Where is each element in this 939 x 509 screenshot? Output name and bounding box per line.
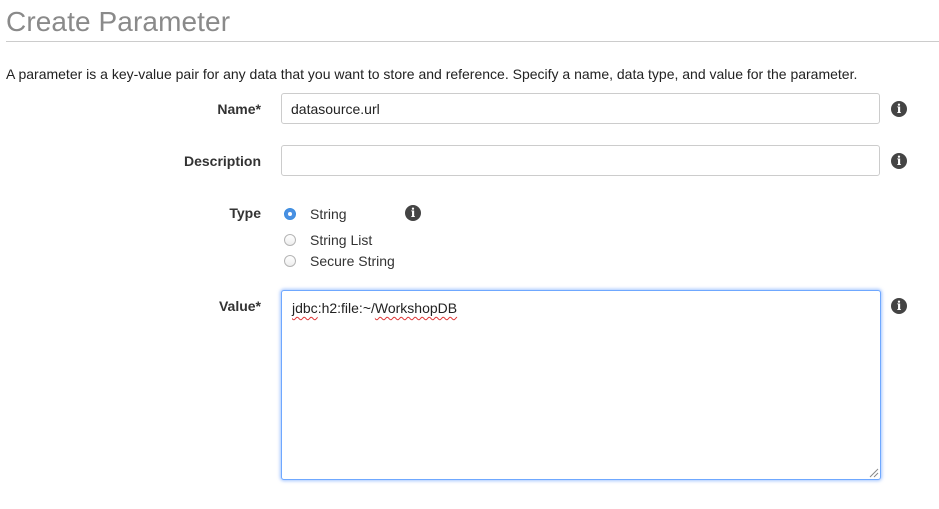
- name-label: Name*: [217, 101, 261, 117]
- value-label: Value*: [218, 298, 261, 314]
- type-option-string[interactable]: String: [284, 205, 347, 223]
- description-info-icon[interactable]: i: [891, 153, 907, 169]
- type-label: Type: [229, 205, 261, 221]
- string-list-radio[interactable]: [284, 234, 296, 246]
- string-radio[interactable]: [284, 208, 296, 220]
- type-option-secure-string[interactable]: Secure String: [284, 252, 395, 270]
- name-input[interactable]: [281, 93, 880, 124]
- type-info-icon[interactable]: i: [405, 205, 421, 221]
- resize-handle-icon[interactable]: [869, 468, 879, 478]
- page-title: Create Parameter: [6, 6, 231, 37]
- value-text-part-2: :h2:file:~/: [317, 300, 375, 316]
- title-divider: [6, 41, 939, 42]
- description-input[interactable]: [281, 145, 880, 176]
- name-info-icon[interactable]: i: [891, 101, 907, 117]
- value-textarea[interactable]: jdbc:h2:file:~/WorkshopDB: [281, 290, 881, 480]
- string-radio-label[interactable]: String: [310, 206, 347, 222]
- intro-text: A parameter is a key-value pair for any …: [6, 66, 858, 82]
- value-text-part-3: WorkshopDB: [374, 300, 458, 316]
- secure-string-radio[interactable]: [284, 255, 296, 267]
- description-label: Description: [183, 153, 261, 169]
- type-option-string-list[interactable]: String List: [284, 231, 372, 249]
- value-info-icon[interactable]: i: [891, 298, 907, 314]
- string-list-radio-label[interactable]: String List: [310, 232, 372, 248]
- value-text-part-1: jdbc: [292, 300, 318, 316]
- secure-string-radio-label[interactable]: Secure String: [310, 253, 395, 269]
